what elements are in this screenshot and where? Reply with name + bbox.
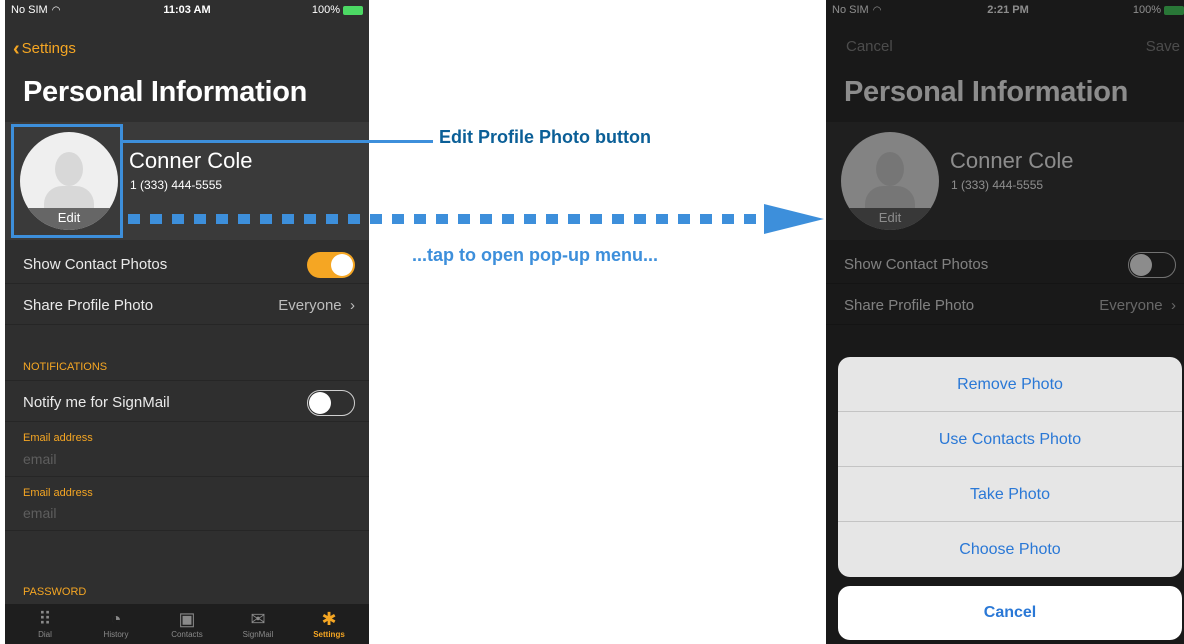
notifications-header: NOTIFICATIONS	[23, 361, 108, 373]
phone-screen-action-sheet: No SIM ◠ 2:21 PM 100% Cancel Save Persona…	[826, 0, 1184, 644]
remove-photo-button[interactable]: Remove Photo	[838, 357, 1182, 412]
battery-icon	[343, 5, 363, 15]
share-profile-photo-value: Everyone ›	[278, 297, 355, 314]
page-title: Personal Information	[23, 76, 308, 108]
dotted-arrow	[128, 204, 824, 234]
tap-instruction-label: ...tap to open pop-up menu...	[412, 245, 658, 265]
password-header: PASSWORD	[23, 586, 87, 598]
email-field[interactable]: email	[23, 451, 56, 467]
tab-dial[interactable]: ⠿ Dial	[9, 604, 81, 644]
share-profile-photo-label: Share Profile Photo	[23, 297, 154, 314]
contacts-book-icon: ▣	[178, 609, 196, 629]
divider	[5, 380, 369, 381]
show-contact-photos-row: Show Contact Photos	[5, 244, 369, 284]
edit-photo-callout-box	[11, 124, 123, 238]
callout-leader-line	[123, 140, 433, 143]
envelope-icon: ✉	[250, 609, 266, 629]
chevron-left-icon: ‹	[13, 38, 20, 60]
show-contact-photos-toggle[interactable]	[307, 252, 355, 278]
figure: No SIM ◠ 11:03 AM 100% ‹ Settings Personal…	[0, 0, 1184, 644]
email-field-label: Email address	[23, 432, 93, 444]
show-contact-photos-label: Show Contact Photos	[23, 256, 168, 273]
edit-photo-callout-label: Edit Profile Photo button	[439, 127, 651, 147]
email-field-label: Email address	[23, 487, 93, 499]
chevron-right-icon: ›	[350, 297, 355, 314]
photo-action-sheet: Remove Photo Use Contacts Photo Take Pho…	[838, 357, 1182, 577]
tab-signmail[interactable]: ✉ SignMail	[222, 604, 294, 644]
gear-icon: ✱	[321, 609, 337, 629]
keypad-icon: ⠿	[38, 609, 52, 629]
email-field[interactable]: email	[23, 505, 56, 521]
tab-contacts[interactable]: ▣ Contacts	[151, 604, 223, 644]
status-bar: No SIM ◠ 11:03 AM 100%	[5, 0, 369, 20]
take-photo-button[interactable]: Take Photo	[838, 467, 1182, 522]
use-contacts-photo-button[interactable]: Use Contacts Photo	[838, 412, 1182, 467]
profile-phone: 1 (333) 444-5555	[130, 178, 223, 192]
phone-screen-settings: No SIM ◠ 11:03 AM 100% ‹ Settings Personal…	[5, 0, 369, 644]
tab-history[interactable]: ◔ History	[80, 604, 152, 644]
action-sheet-cancel-button[interactable]: Cancel	[838, 586, 1182, 640]
share-profile-photo-row[interactable]: Share Profile Photo Everyone ›	[5, 285, 369, 325]
tab-bar: ⠿ Dial ◔ History ▣ Contacts ✉ SignMail ✱ Sett…	[5, 604, 369, 644]
divider	[5, 476, 369, 477]
choose-photo-button[interactable]: Choose Photo	[838, 522, 1182, 577]
notify-signmail-label: Notify me for SignMail	[23, 394, 170, 411]
back-button[interactable]: ‹ Settings	[13, 38, 76, 61]
profile-name: Conner Cole	[129, 148, 253, 173]
divider	[5, 530, 369, 531]
battery-indicator: 100%	[312, 4, 363, 16]
notify-signmail-row: Notify me for SignMail	[5, 382, 369, 422]
clock-icon: ◔	[110, 609, 122, 629]
tab-settings[interactable]: ✱ Settings	[293, 604, 365, 644]
arrow-head-icon	[764, 204, 824, 234]
notify-signmail-toggle[interactable]	[307, 390, 355, 416]
